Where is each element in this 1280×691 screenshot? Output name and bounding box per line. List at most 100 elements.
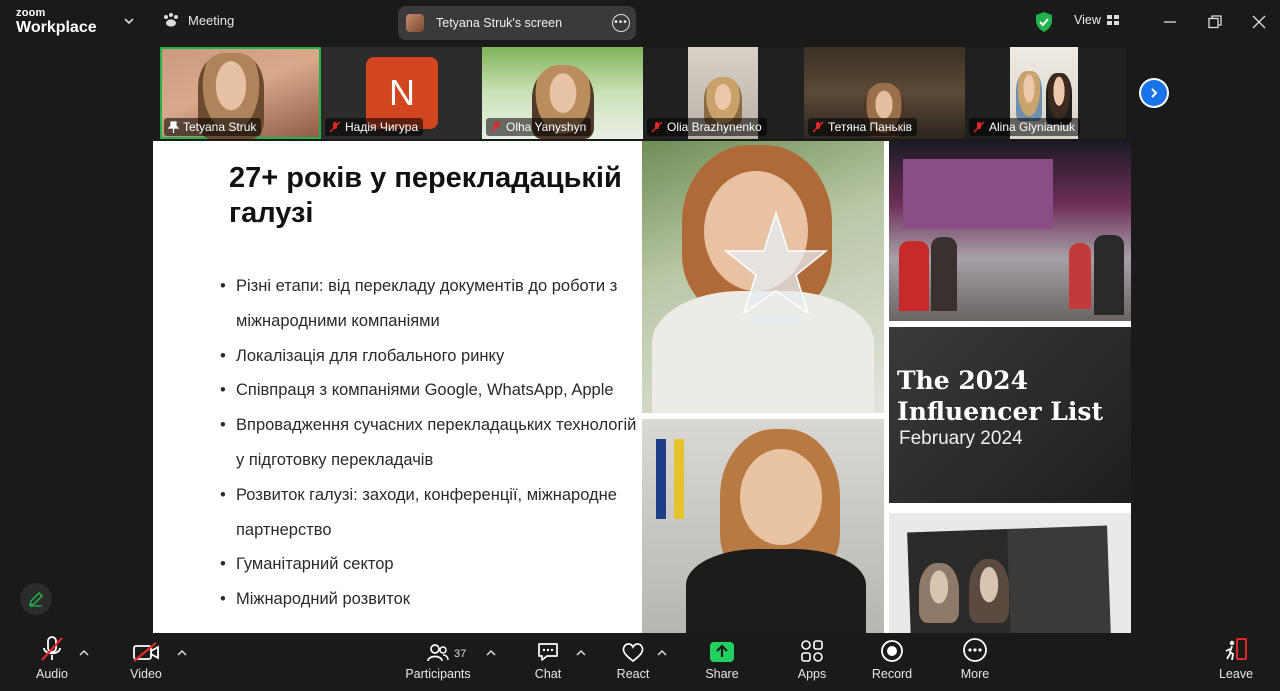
slide-bullet: Співпраця з компаніями Google, WhatsApp,…	[220, 373, 640, 408]
paw-icon	[164, 13, 178, 27]
zoom-logo: zoom Workplace	[16, 8, 97, 36]
participant-name-tag: Alina Glynianiuk	[969, 118, 1081, 136]
participant-tile[interactable]: Olia Brazhynenko	[643, 47, 804, 139]
minimize-button[interactable]	[1160, 12, 1180, 32]
participant-tile[interactable]: Тетяна Паньків	[804, 47, 965, 139]
mic-muted-icon	[41, 636, 63, 661]
participant-tile[interactable]: Alina Glynianiuk	[965, 47, 1126, 139]
participants-label: Participants	[405, 667, 471, 681]
participant-name: Тетяна Паньків	[828, 120, 913, 134]
more-button[interactable]: More	[955, 633, 995, 691]
apps-label: Apps	[797, 667, 827, 681]
leave-label: Leave	[1218, 667, 1254, 681]
slide-bullet-list: Різні етапи: від перекладу документів до…	[220, 269, 640, 617]
leave-icon	[1225, 638, 1247, 661]
annotate-button[interactable]	[20, 583, 52, 615]
react-options-chevron-icon[interactable]	[657, 649, 667, 657]
chat-options-chevron-icon[interactable]	[576, 649, 586, 657]
pencil-icon	[28, 591, 44, 607]
screen-share-indicator[interactable]: Tetyana Struk's screen •••	[398, 6, 636, 40]
top-bar: zoom Workplace Meeting Tetyana Struk's s…	[0, 0, 1280, 44]
video-label: Video	[130, 667, 162, 681]
logo-line2: Workplace	[16, 19, 97, 36]
mic-muted-icon	[329, 121, 341, 133]
shared-screen: 27+ років у перекладацькій галузі Різні …	[153, 141, 1131, 633]
video-button[interactable]: Video	[128, 633, 164, 691]
heart-icon	[622, 643, 644, 663]
restore-button[interactable]	[1205, 12, 1225, 32]
participant-name: Olia Brazhynenko	[667, 120, 762, 134]
participant-name-tag: Olia Brazhynenko	[647, 118, 767, 136]
participant-name: Tetyana Struk	[183, 120, 257, 134]
participants-options-chevron-icon[interactable]	[486, 649, 496, 657]
mic-muted-icon	[973, 121, 985, 133]
encryption-shield-icon[interactable]	[1034, 11, 1054, 33]
react-label: React	[616, 667, 650, 681]
audio-button[interactable]: Audio	[32, 633, 72, 691]
slide-bullet: Різні етапи: від перекладу документів до…	[220, 269, 640, 339]
share-screen-icon	[710, 642, 734, 662]
participant-name-tag: Tetyana Struk	[164, 118, 262, 136]
participants-button[interactable]: Participants	[403, 633, 473, 691]
video-options-chevron-icon[interactable]	[177, 649, 187, 657]
chat-button[interactable]: Chat	[528, 633, 568, 691]
participant-name: Надія Чигура	[345, 120, 419, 134]
participant-strip: Tetyana Struk N Надія Чигура Olha Yanysh…	[160, 47, 1126, 139]
view-button[interactable]: View	[1074, 13, 1119, 27]
mic-muted-icon	[490, 121, 502, 133]
pin-icon	[168, 121, 179, 133]
react-button[interactable]: React	[613, 633, 653, 691]
close-button[interactable]	[1249, 12, 1269, 32]
influencer-title: The 2024 Influencer List	[897, 366, 1104, 426]
influencer-subtitle: February 2024	[899, 428, 1023, 449]
award-trophy-icon	[724, 211, 828, 325]
share-label: Share	[705, 667, 739, 681]
view-label: View	[1074, 13, 1101, 27]
next-participants-button[interactable]	[1139, 78, 1169, 108]
participant-tile[interactable]: N Надія Чигура	[321, 47, 482, 139]
record-button[interactable]: Record	[870, 633, 914, 691]
meeting-toolbar: Audio Video Participants 37 Chat React S…	[0, 633, 1280, 691]
participant-name: Alina Glynianiuk	[989, 120, 1076, 134]
slide-bullet: Локалізація для глобального ринку	[220, 339, 640, 374]
more-label: More	[960, 667, 990, 681]
audio-options-chevron-icon[interactable]	[79, 649, 89, 657]
portrait-photo	[642, 419, 884, 633]
more-icon	[963, 638, 987, 662]
influencer-list-card: The 2024 Influencer List February 2024	[889, 327, 1131, 503]
grid-icon	[1106, 15, 1119, 25]
slide-bullet: Розвиток галузі: заходи, конференції, мі…	[220, 478, 640, 548]
participant-name-tag: Тетяна Паньків	[808, 118, 918, 136]
chevron-right-icon	[1151, 88, 1158, 98]
mic-muted-icon	[651, 121, 663, 133]
sharer-avatar	[406, 14, 424, 32]
participant-tile[interactable]: Olha Yanyshyn	[482, 47, 643, 139]
leave-button[interactable]: Leave	[1216, 633, 1256, 691]
slide-title: 27+ років у перекладацькій галузі	[229, 162, 622, 229]
apps-icon	[801, 640, 823, 662]
mic-muted-icon	[812, 121, 824, 133]
conference-photo	[889, 141, 1131, 321]
participants-count: 37	[454, 648, 467, 660]
slide-bullet: Міжнародний розвиток	[220, 582, 640, 617]
record-icon	[881, 640, 903, 662]
share-button[interactable]: Share	[702, 633, 742, 691]
minimize-icon	[1164, 21, 1176, 23]
slide-bullet: Впровадження сучасних перекладацьких тех…	[220, 408, 640, 478]
participant-name: Olha Yanyshyn	[506, 120, 587, 134]
share-title: Tetyana Struk's screen	[436, 16, 563, 30]
logo-line1: zoom	[16, 7, 46, 19]
meeting-label: Meeting	[188, 12, 235, 28]
video-off-icon	[133, 642, 159, 662]
apps-button[interactable]: Apps	[792, 633, 832, 691]
participant-tile[interactable]: Tetyana Struk	[160, 47, 321, 139]
slide-bullet: Гуманітарний сектор	[220, 547, 640, 582]
more-options-icon[interactable]: •••	[612, 14, 630, 32]
meeting-button[interactable]: Meeting	[162, 12, 234, 28]
participant-name-tag: Надія Чигура	[325, 118, 424, 136]
close-icon	[1252, 15, 1266, 29]
participant-name-tag: Olha Yanyshyn	[486, 118, 592, 136]
audio-label: Audio	[36, 667, 68, 681]
chevron-down-icon[interactable]	[122, 14, 136, 28]
award-photo	[642, 141, 884, 413]
